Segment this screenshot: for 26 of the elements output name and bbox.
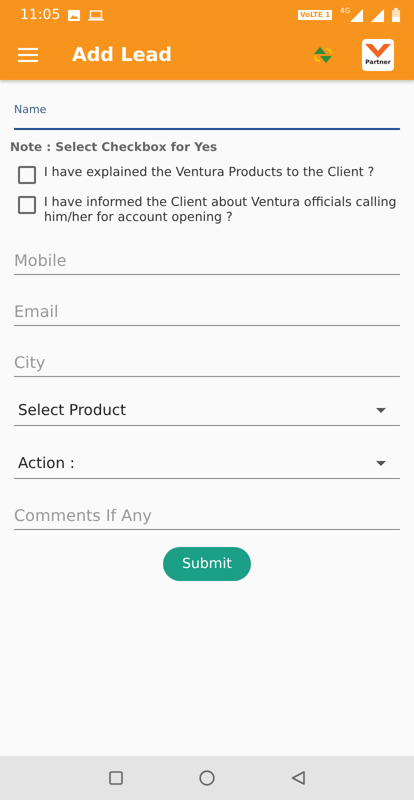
checkbox-label: I have informed the Client about Ventura officials calling him/her for account opening ? [44,194,398,224]
name-field[interactable]: Name [14,98,400,130]
sync-icon[interactable] [312,45,334,65]
back-icon[interactable] [291,771,305,785]
recents-icon[interactable] [109,771,123,785]
status-time: 11:05 [20,7,60,23]
dropdown[interactable]: Action : [14,448,400,479]
input-field[interactable]: Comments If Any [14,506,400,530]
note-text: Note : Select Checkbox for Yes [10,140,218,154]
input-field[interactable]: City [14,353,400,377]
image-icon [68,10,80,20]
input-field[interactable]: Mobile [14,251,400,275]
submit-button[interactable]: Submit [163,547,251,581]
checkbox[interactable] [18,196,36,214]
screen-title: Add Lead [72,44,173,66]
caret-icon [376,460,386,466]
checkbox-label: I have explained the Ventura Products to the Client ? [44,164,374,179]
laptop-icon [88,10,104,20]
input-field[interactable]: Email [14,302,400,326]
home-icon[interactable] [199,770,215,786]
signal-icon [350,8,363,22]
checkbox[interactable] [18,166,36,184]
signal-icon [371,8,384,22]
caret-icon [376,408,386,412]
battery-icon [392,8,400,22]
dropdown[interactable]: Select Product [14,395,400,426]
